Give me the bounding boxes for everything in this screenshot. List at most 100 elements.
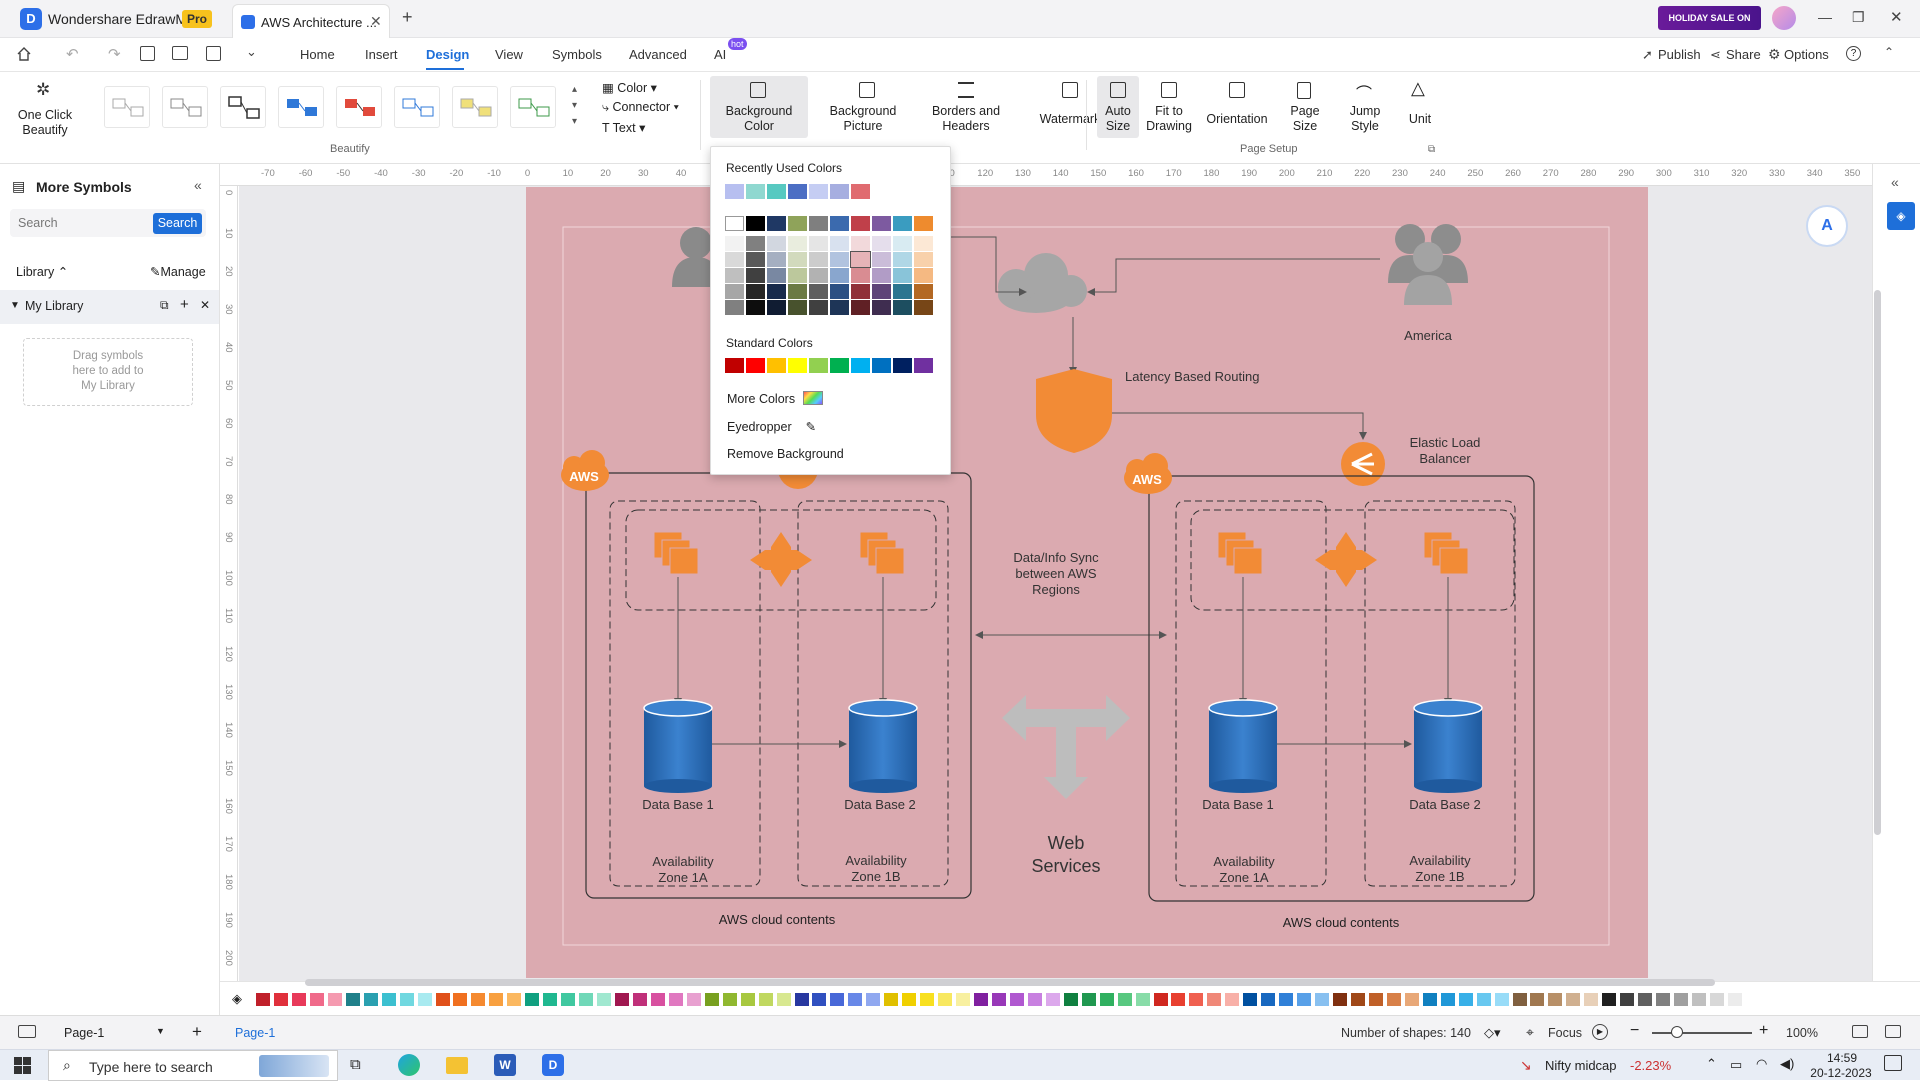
- theme-color-swatch[interactable]: [725, 284, 744, 299]
- volume-icon[interactable]: ◀): [1780, 1056, 1794, 1072]
- standard-color-swatch[interactable]: [851, 358, 870, 373]
- standard-color-swatch[interactable]: [788, 358, 807, 373]
- theme-color-swatch[interactable]: [809, 216, 828, 231]
- palette-color-swatch[interactable]: [309, 993, 324, 1006]
- palette-color-swatch[interactable]: [1476, 993, 1491, 1006]
- palette-color-swatch[interactable]: [812, 993, 827, 1006]
- theme-color-swatch[interactable]: [914, 252, 933, 267]
- palette-color-swatch[interactable]: [1692, 993, 1706, 1006]
- close-tab-icon[interactable]: ✕: [370, 13, 382, 30]
- zoom-level[interactable]: 100%: [1786, 1026, 1818, 1040]
- edrawmax-taskbar-icon[interactable]: D: [542, 1054, 564, 1076]
- page-select[interactable]: Page-1 ▼: [64, 1026, 168, 1040]
- palette-color-swatch[interactable]: [1171, 993, 1186, 1006]
- theme-color-swatch[interactable]: [893, 236, 912, 251]
- theme-color-swatch[interactable]: [872, 300, 891, 315]
- recent-color-swatch[interactable]: [767, 184, 786, 199]
- palette-color-swatch[interactable]: [1458, 993, 1473, 1006]
- expand-panel-icon[interactable]: «: [1891, 174, 1899, 190]
- print-icon[interactable]: [172, 46, 188, 60]
- palette-color-swatch[interactable]: [597, 993, 612, 1006]
- palette-color-swatch[interactable]: [1620, 993, 1635, 1006]
- theme-color-swatch[interactable]: [872, 284, 891, 299]
- theme-color-swatch[interactable]: [872, 216, 891, 231]
- palette-color-swatch[interactable]: [381, 993, 396, 1006]
- palette-color-swatch[interactable]: [1261, 993, 1276, 1006]
- new-tab-icon[interactable]: +: [402, 7, 413, 28]
- undo-icon[interactable]: ↶: [66, 45, 79, 63]
- theme-color-swatch[interactable]: [767, 252, 786, 267]
- palette-color-swatch[interactable]: [543, 993, 558, 1006]
- theme-color-swatch[interactable]: [830, 284, 849, 299]
- palette-color-swatch[interactable]: [1297, 993, 1312, 1006]
- palette-color-swatch[interactable]: [363, 993, 378, 1006]
- diagram-page[interactable]: America Latency Based Routing Elastic Lo…: [526, 187, 1648, 978]
- palette-color-swatch[interactable]: [579, 993, 594, 1006]
- recent-color-swatch[interactable]: [746, 184, 765, 199]
- theme-color-swatch[interactable]: [830, 268, 849, 283]
- theme-color-swatch[interactable]: [872, 252, 891, 267]
- text-button[interactable]: T Text ▾: [602, 120, 645, 135]
- theme-color-swatch[interactable]: [914, 284, 933, 299]
- theme-color-swatch[interactable]: [725, 268, 744, 283]
- background-picture-button[interactable]: Background Picture: [818, 76, 916, 138]
- palette-color-swatch[interactable]: [1727, 993, 1742, 1006]
- theme-color-swatch[interactable]: [893, 284, 912, 299]
- taskbar-search-box[interactable]: ⌕ Type here to search: [48, 1050, 338, 1081]
- palette-color-swatch[interactable]: [1422, 993, 1437, 1006]
- borders-headers-button[interactable]: Borders and Headers: [920, 76, 1012, 138]
- theme-color-swatch[interactable]: [872, 268, 891, 283]
- page-view-icon[interactable]: [18, 1025, 36, 1038]
- symbol-search-box[interactable]: Search Search: [10, 209, 206, 237]
- notification-icon[interactable]: [1884, 1055, 1902, 1071]
- theme-color-swatch[interactable]: [893, 300, 912, 315]
- palette-color-swatch[interactable]: [1404, 993, 1419, 1006]
- theme-color-swatch[interactable]: [725, 216, 744, 231]
- palette-color-swatch[interactable]: [345, 993, 360, 1006]
- collapse-panel-icon[interactable]: «: [194, 177, 202, 193]
- standard-color-swatch[interactable]: [725, 358, 744, 373]
- palette-color-swatch[interactable]: [920, 993, 935, 1006]
- palette-color-swatch[interactable]: [1494, 993, 1509, 1006]
- palette-color-swatch[interactable]: [1674, 993, 1689, 1006]
- search-input[interactable]: Search: [18, 216, 58, 230]
- palette-color-swatch[interactable]: [722, 993, 737, 1006]
- meet-icon[interactable]: ▭: [1730, 1057, 1742, 1073]
- beautify-style-5[interactable]: [336, 86, 382, 128]
- theme-color-swatch[interactable]: [746, 236, 765, 251]
- theme-color-swatch[interactable]: [725, 252, 744, 267]
- palette-color-swatch[interactable]: [632, 993, 647, 1006]
- aws-region-right[interactable]: AWS Data Base 1 Data Base 2 Availability…: [1124, 453, 1535, 930]
- more-icon[interactable]: ⌄: [246, 44, 257, 60]
- theme-color-swatch[interactable]: [830, 236, 849, 251]
- palette-color-swatch[interactable]: [256, 993, 270, 1006]
- collapse-ribbon-icon[interactable]: ⌃: [1884, 45, 1894, 59]
- palette-color-swatch[interactable]: [1333, 993, 1347, 1006]
- close-window-icon[interactable]: ✕: [1890, 8, 1903, 26]
- eyedropper-item[interactable]: Eyedropper ✎: [727, 419, 816, 434]
- add-icon[interactable]: +: [180, 296, 189, 313]
- add-page-icon[interactable]: +: [192, 1022, 202, 1042]
- palette-color-swatch[interactable]: [991, 993, 1006, 1006]
- palette-color-swatch[interactable]: [956, 993, 971, 1006]
- beautify-style-3[interactable]: [220, 86, 266, 128]
- theme-color-swatch[interactable]: [914, 216, 933, 231]
- play-icon[interactable]: ▶: [1592, 1024, 1608, 1040]
- palette-color-swatch[interactable]: [650, 993, 665, 1006]
- theme-color-swatch[interactable]: [788, 236, 807, 251]
- palette-color-swatch[interactable]: [794, 993, 809, 1006]
- unit-button[interactable]: △ Unit: [1400, 76, 1440, 138]
- save-icon[interactable]: [140, 46, 155, 61]
- theme-color-swatch[interactable]: [830, 216, 849, 231]
- theme-color-swatch[interactable]: [809, 300, 828, 315]
- standard-color-swatch[interactable]: [767, 358, 786, 373]
- palette-color-swatch[interactable]: [273, 993, 288, 1006]
- word-icon[interactable]: W: [494, 1054, 516, 1076]
- cloud-icon[interactable]: [998, 253, 1087, 313]
- fill-bucket-icon[interactable]: ◈: [232, 991, 242, 1007]
- focus-button[interactable]: Focus: [1548, 1026, 1582, 1040]
- windows-start-icon[interactable]: [14, 1057, 31, 1074]
- route53-shield-icon[interactable]: [1036, 369, 1112, 453]
- tray-chevron-icon[interactable]: ⌃: [1706, 1056, 1717, 1072]
- recent-color-swatch[interactable]: [788, 184, 807, 199]
